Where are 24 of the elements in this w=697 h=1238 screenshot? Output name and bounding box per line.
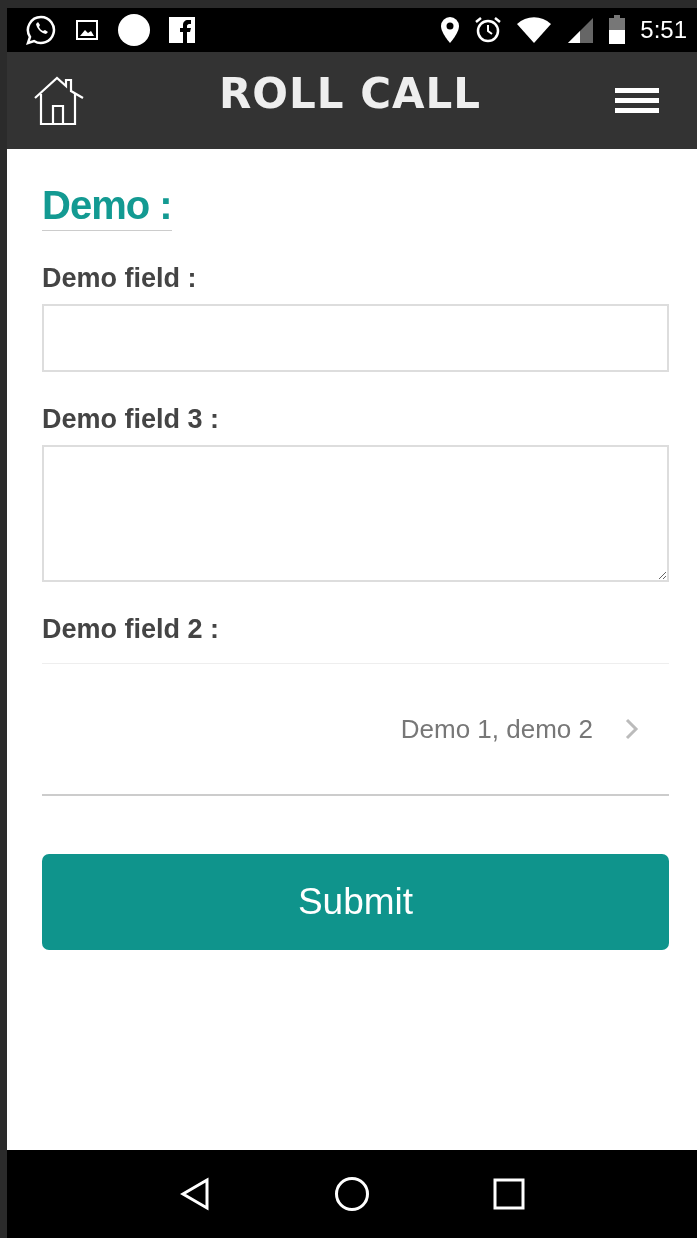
back-icon[interactable] [178, 1177, 211, 1211]
submit-button[interactable]: Submit [42, 854, 669, 950]
home-icon[interactable] [334, 1176, 370, 1212]
app-logo: ROLL CALL [218, 69, 481, 118]
status-time: 5:51 [640, 16, 687, 44]
menu-button[interactable] [615, 85, 659, 116]
location-pin-icon [440, 16, 461, 44]
select-field[interactable]: Demo 1, demo 2 [42, 663, 669, 796]
field-label: Demo field 3 : [42, 404, 220, 435]
wifi-icon [516, 16, 553, 44]
form-title: Demo : [42, 183, 172, 231]
image-icon [75, 18, 99, 42]
field-label: Demo field 2 : [42, 614, 220, 645]
field-label: Demo field : [42, 263, 197, 294]
signal-icon [566, 16, 595, 44]
chat-bubble-icon [25, 14, 57, 46]
facebook-icon [169, 17, 195, 43]
input-field[interactable] [42, 304, 669, 372]
battery-icon [608, 15, 627, 45]
home-button[interactable] [33, 75, 85, 126]
alarm-clock-icon [474, 16, 503, 44]
recent-apps-icon[interactable] [493, 1178, 526, 1210]
chevron-right-icon [625, 718, 639, 740]
circle-icon [117, 13, 151, 47]
